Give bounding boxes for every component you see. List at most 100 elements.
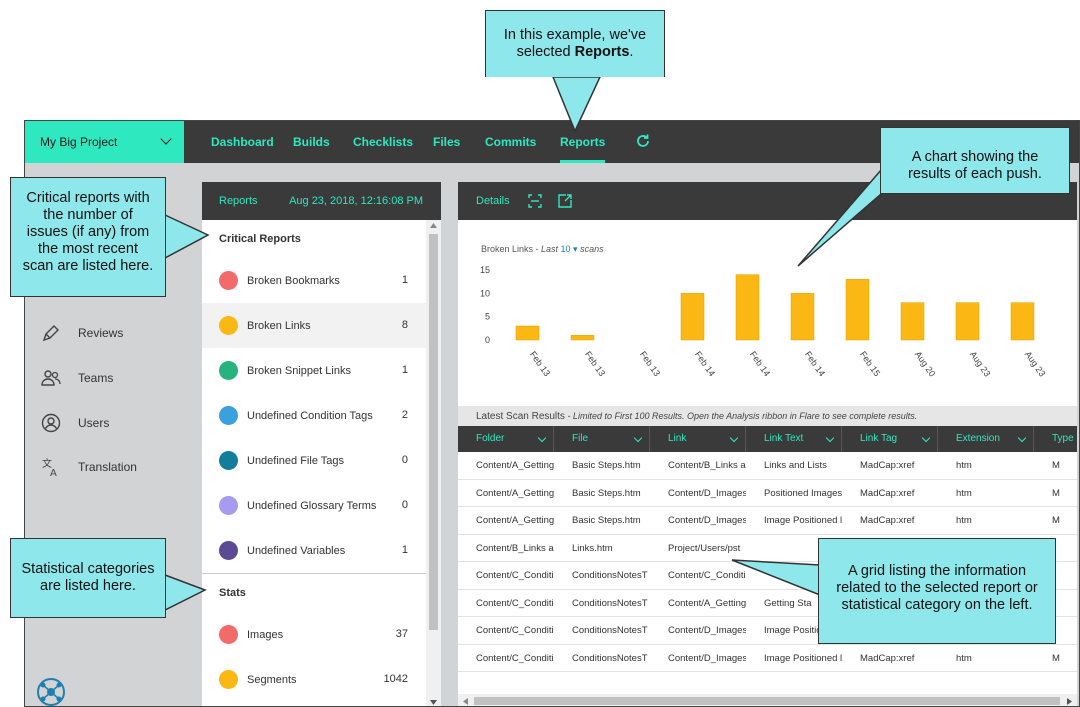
chart-bar (845, 279, 870, 341)
table-cell: Content/C_Conditi (476, 625, 554, 636)
refresh-icon[interactable] (635, 133, 651, 149)
table-cell: htm (956, 460, 972, 471)
stats-count: 37 (395, 628, 408, 640)
status-dot-icon (219, 271, 238, 290)
latest-scan-results-title: Latest Scan Results (476, 411, 565, 422)
table-cell: Image Positioned l (764, 515, 842, 526)
callout-text: the most recent (38, 241, 138, 257)
callout-critical-reports: Critical reports with the number of issu… (10, 177, 166, 297)
stats-label: Images (247, 628, 284, 641)
scroll-left-icon[interactable] (463, 698, 468, 705)
critical-item[interactable]: Undefined Condition Tags 2 (202, 393, 426, 438)
nav-checklists[interactable]: Checklists (353, 121, 413, 163)
table-row[interactable]: Content/A_Getting Basic Steps.htm Content/… (458, 507, 1077, 535)
callout-text: In this example, we've (503, 27, 647, 43)
critical-count: 1 (401, 274, 408, 286)
nav-dashboard[interactable]: Dashboard (211, 121, 274, 163)
callout-text-suffix: . (629, 44, 634, 60)
critical-label: Undefined Glossary Terms (247, 499, 377, 512)
project-selector[interactable]: My Big Project (25, 121, 184, 163)
status-dot-icon (219, 541, 238, 560)
column-header[interactable]: File (554, 426, 650, 452)
reports-panel: Reports Aug 23, 2018, 12:16:08 PM Critic… (202, 182, 441, 706)
chart-bar (570, 335, 595, 341)
critical-item[interactable]: Undefined Variables 1 (202, 528, 426, 573)
sidebar-item-teams[interactable]: Teams (41, 363, 113, 393)
grid-horizontal-scrollbar[interactable] (458, 694, 1077, 706)
table-cell: Basic Steps.htm (572, 487, 641, 499)
critical-item[interactable]: Broken Links 8 (202, 303, 426, 348)
export-icon[interactable] (557, 194, 572, 208)
scroll-down-icon[interactable] (430, 700, 437, 705)
table-cell: Content/B_Links a (668, 460, 746, 471)
critical-count: 2 (401, 409, 408, 421)
table-cell: Content/D_Images (668, 652, 746, 664)
broken-links-chart: Broken Links - Last 10 ▾ scans 0 5 10 15 Feb … (480, 244, 1047, 379)
nav-commits[interactable]: Commits (485, 121, 536, 163)
reports-panel-header: Reports Aug 23, 2018, 12:16:08 PM (202, 182, 441, 220)
status-dot-icon (219, 496, 238, 515)
scrollbar-thumb[interactable] (474, 697, 1060, 705)
scrollbar-thumb[interactable] (429, 234, 438, 630)
callout-stats: Statistical categories are listed here. (10, 538, 166, 618)
y-tick-label: 5 (485, 312, 490, 322)
x-tick-label: Feb 14 (803, 349, 827, 378)
callout-text: Statistical categories (21, 561, 155, 577)
pen-icon (42, 325, 59, 342)
column-header[interactable]: Folder (458, 426, 554, 452)
fit-screen-icon[interactable] (527, 194, 542, 208)
column-header[interactable]: Extension (938, 426, 1034, 452)
scroll-right-icon[interactable] (1067, 698, 1072, 705)
table-cell: MadCap:xref (860, 460, 915, 471)
table-row[interactable]: Content/A_Getting Basic Steps.htm Content/… (458, 480, 1077, 507)
teams-icon (41, 370, 61, 386)
sidebar-item-users[interactable]: Users (41, 408, 109, 438)
table-cell: Content/A_Getting (476, 515, 554, 526)
table-cell: htm (956, 515, 972, 526)
reports-panel-title: Reports (219, 195, 258, 207)
status-dot-icon (219, 451, 238, 470)
critical-item[interactable]: Undefined File Tags 0 (202, 438, 426, 483)
nav-reports[interactable]: Reports (560, 121, 606, 163)
project-name: My Big Project (40, 135, 118, 149)
callout-text: Critical reports with (26, 190, 150, 206)
table-cell: Project/Users/pst (668, 542, 741, 554)
reports-scrollbar[interactable] (426, 220, 441, 706)
column-header[interactable]: Link Text (746, 426, 842, 452)
sidebar-item-label: Users (78, 416, 110, 430)
chevron-down-icon (160, 133, 172, 145)
y-tick-label: 15 (480, 265, 490, 275)
critical-count: 1 (401, 364, 408, 376)
table-row[interactable]: Content/A_Getting Basic Steps.htm Content/… (458, 452, 1077, 480)
chart-bar (515, 325, 540, 341)
critical-item[interactable]: Undefined Glossary Terms 0 (202, 483, 426, 528)
callout-chart: A chart showing the results of each push… (880, 127, 1070, 194)
callout-text: results of each push. (908, 166, 1042, 182)
callout-text: scan are listed here. (22, 258, 154, 274)
critical-count: 0 (401, 499, 408, 511)
stats-item[interactable]: Segments 1042 (202, 657, 426, 702)
stats-item[interactable]: Images 37 (202, 612, 426, 657)
column-header[interactable]: Type (1034, 426, 1077, 452)
critical-item[interactable]: Broken Snippet Links 1 (202, 348, 426, 393)
column-header[interactable]: Link Tag (842, 426, 938, 452)
column-header[interactable]: Link (650, 426, 746, 452)
critical-count: 1 (401, 544, 408, 556)
callout-text: statistical category on the left. (841, 597, 1033, 613)
table-cell: Basic Steps.htm (572, 460, 641, 471)
sidebar-item-label: Translation (78, 460, 137, 474)
table-cell: M (1052, 487, 1060, 499)
nav-builds[interactable]: Builds (293, 121, 330, 163)
nav-files[interactable]: Files (433, 121, 460, 163)
scroll-up-icon[interactable] (430, 223, 437, 228)
table-row[interactable]: Content/C_Conditi ConditionsNotesT Content… (458, 645, 1077, 672)
critical-item[interactable]: Broken Bookmarks 1 (202, 258, 426, 303)
scan-date: Aug 23, 2018, 12:16:08 PM (289, 195, 423, 207)
table-cell: Content/A_Getting (668, 597, 746, 609)
stats-count: 1042 (383, 673, 408, 685)
sidebar-item-reviews[interactable]: Reviews (41, 318, 123, 348)
callout-text: issues (if any) from (26, 224, 150, 240)
table-cell: htm (956, 652, 972, 664)
callout-text: selected Reports. (486, 44, 664, 61)
sidebar-item-translation[interactable]: 文A Translation (41, 452, 137, 482)
